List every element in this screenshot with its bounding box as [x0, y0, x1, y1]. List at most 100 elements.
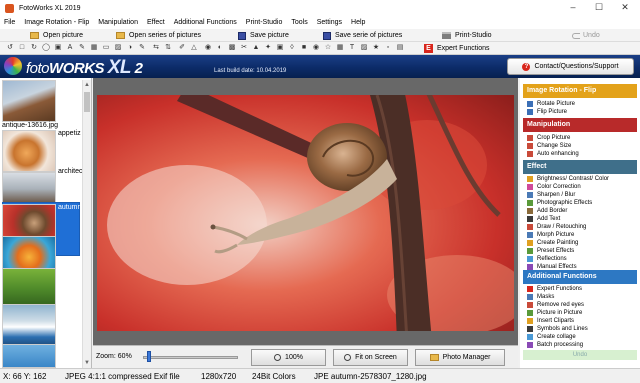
expert-functions-button[interactable]: E Expert Functions	[424, 43, 490, 54]
section-title: Additional Functions	[527, 273, 597, 280]
undo-button[interactable]: Undo	[572, 30, 600, 41]
rotate-right-icon[interactable]: ↻	[30, 44, 38, 52]
grid-icon[interactable]: ▦	[90, 44, 98, 52]
color-icon[interactable]: ◉	[204, 44, 212, 52]
flip-icon[interactable]: ⇆	[152, 44, 160, 52]
section-effect[interactable]: Effect	[523, 160, 637, 174]
eye-icon[interactable]: ◉	[312, 44, 320, 52]
sidebar-item-flip-picture[interactable]: Flip Picture	[523, 108, 637, 116]
sidebar-item-reflections[interactable]: Reflections	[523, 255, 637, 263]
sidebar-item-create-painting[interactable]: Create Painting	[523, 239, 637, 247]
thumbnail-label: autumn	[58, 204, 82, 211]
section-image-rotation[interactable]: Image Rotation - Flip	[523, 84, 637, 98]
contact-support-button[interactable]: ? Contact/Questions/Support	[507, 58, 634, 75]
sidebar-item-sharpen-blur[interactable]: Sharpen / Blur	[523, 191, 637, 199]
sidebar-item-masks[interactable]: Masks	[523, 293, 637, 301]
contrast-icon[interactable]: ◑	[126, 44, 134, 52]
sidebar-item-crop-picture[interactable]: Crop Picture	[523, 134, 637, 142]
sparkle-icon[interactable]: ✦	[264, 44, 272, 52]
zoom-100-button[interactable]: 100%	[251, 349, 326, 366]
mask-icon[interactable]: ■	[300, 44, 308, 52]
scrollbar-thumb[interactable]	[84, 92, 90, 112]
save-series-button[interactable]: Save serie of pictures	[323, 30, 402, 41]
sidebar-item-batch-processing[interactable]: Batch processing	[523, 341, 637, 349]
section-manipulation[interactable]: Manipulation	[523, 118, 637, 132]
sidebar-item-rotate-picture[interactable]: Rotate Picture	[523, 100, 637, 108]
print-icon[interactable]: ▤	[396, 44, 404, 52]
sidebar-item-brightness[interactable]: Brightness/ Contrast/ Color	[523, 175, 637, 183]
contrast-icon[interactable]: ◐	[216, 44, 224, 52]
brush-icon[interactable]: ✐	[178, 44, 186, 52]
menu-file[interactable]: File	[4, 19, 15, 26]
ellipse-icon[interactable]: ◯	[42, 44, 50, 52]
rectangle-icon[interactable]: ▭	[102, 44, 110, 52]
main-photo[interactable]	[97, 95, 514, 331]
menu-tools[interactable]: Tools	[291, 19, 307, 26]
menu-settings[interactable]: Settings	[317, 19, 342, 26]
fit-on-screen-button[interactable]: Fit on Screen	[333, 349, 408, 366]
shape-icon[interactable]: △	[190, 44, 198, 52]
menu-additional-functions[interactable]: Additional Functions	[174, 19, 237, 26]
rotate-left-icon[interactable]: ↺	[6, 44, 14, 52]
sidebar-item-draw-retouching[interactable]: Draw / Retouching	[523, 223, 637, 231]
sidebar-item-photographic-effects[interactable]: Photographic Effects	[523, 199, 637, 207]
scroll-up-icon[interactable]: ▲	[84, 82, 90, 88]
section-additional-functions[interactable]: Additional Functions	[523, 270, 637, 284]
sidebar-item-create-collage[interactable]: Create collage	[523, 333, 637, 341]
sidebar-item-expert-functions[interactable]: Expert Functions	[523, 285, 637, 293]
star-icon[interactable]: ★	[372, 44, 380, 52]
minimize-icon[interactable]: –	[560, 0, 586, 16]
collage-icon[interactable]: ▦	[336, 44, 344, 52]
image-icon[interactable]: ▨	[114, 44, 122, 52]
sidebar-item-preset-effects[interactable]: Preset Effects	[523, 247, 637, 255]
snail-photo	[97, 95, 514, 331]
clipart-icon[interactable]: ☆	[324, 44, 332, 52]
zoom-slider-handle[interactable]	[146, 351, 151, 362]
sidebar-item-morph-picture[interactable]: Morph Picture	[523, 231, 637, 239]
picture-icon[interactable]: ▣	[276, 44, 284, 52]
sidebar-item-change-size[interactable]: Change Size	[523, 142, 637, 150]
print-studio-button[interactable]: Print-Studio	[442, 30, 492, 41]
crop-icon[interactable]: □	[18, 44, 26, 52]
sidebar-undo-button[interactable]: Undo	[523, 350, 637, 360]
open-series-button[interactable]: Open series of pictures	[116, 30, 201, 41]
thumbnail[interactable]	[2, 80, 56, 122]
edit-icon[interactable]: ✎	[138, 44, 146, 52]
sidebar-item-add-text[interactable]: Add Text	[523, 215, 637, 223]
photo-manager-button[interactable]: Photo Manager	[415, 349, 505, 366]
sidebar-item-picture-in-picture[interactable]: Picture in Picture	[523, 309, 637, 317]
sidebar-item-color-correction[interactable]: Color Correction	[523, 183, 637, 191]
menu-image-rotation[interactable]: Image Rotation - Flip	[24, 19, 89, 26]
mirror-icon[interactable]: ⇅	[164, 44, 172, 52]
cut-icon[interactable]: ✂	[240, 44, 248, 52]
menu-print-studio[interactable]: Print-Studio	[246, 19, 283, 26]
menu-help[interactable]: Help	[351, 19, 365, 26]
sidebar-item-auto-enhancing[interactable]: Auto enhancing	[523, 150, 637, 158]
sidebar-item-symbols-lines[interactable]: Symbols and Lines	[523, 325, 637, 333]
thumbnail[interactable]	[2, 304, 56, 346]
item-label: Preset Effects	[537, 248, 575, 254]
frame-icon[interactable]: ▣	[54, 44, 62, 52]
paint-icon[interactable]: ▲	[252, 44, 260, 52]
sidebar-item-remove-red-eyes[interactable]: Remove red eyes	[523, 301, 637, 309]
open-picture-button[interactable]: Open picture	[30, 30, 83, 41]
image-icon[interactable]: ▨	[360, 44, 368, 52]
thumbnail-scrollbar[interactable]: ▲ ▼	[82, 80, 91, 368]
text-icon[interactable]: T	[348, 44, 356, 52]
thumbnail[interactable]	[2, 344, 56, 368]
folder-icon[interactable]: ▫	[384, 44, 392, 52]
zoom-slider-track[interactable]	[143, 356, 238, 359]
sidebar-item-insert-cliparts[interactable]: Insert Cliparts	[523, 317, 637, 325]
close-icon[interactable]: ✕	[612, 0, 638, 16]
sidebar-item-add-border[interactable]: Add Border	[523, 207, 637, 215]
maximize-icon[interactable]: ☐	[586, 0, 612, 16]
text-icon[interactable]: A	[66, 44, 74, 52]
frame-icon[interactable]: ▩	[228, 44, 236, 52]
scroll-down-icon[interactable]: ▼	[84, 360, 90, 366]
tag-icon[interactable]: ◊	[288, 44, 296, 52]
menu-manipulation[interactable]: Manipulation	[98, 19, 138, 26]
pen-icon[interactable]: ✎	[78, 44, 86, 52]
menu-effect[interactable]: Effect	[147, 19, 165, 26]
thumbnail[interactable]	[2, 130, 56, 172]
save-picture-button[interactable]: Save picture	[238, 30, 289, 41]
